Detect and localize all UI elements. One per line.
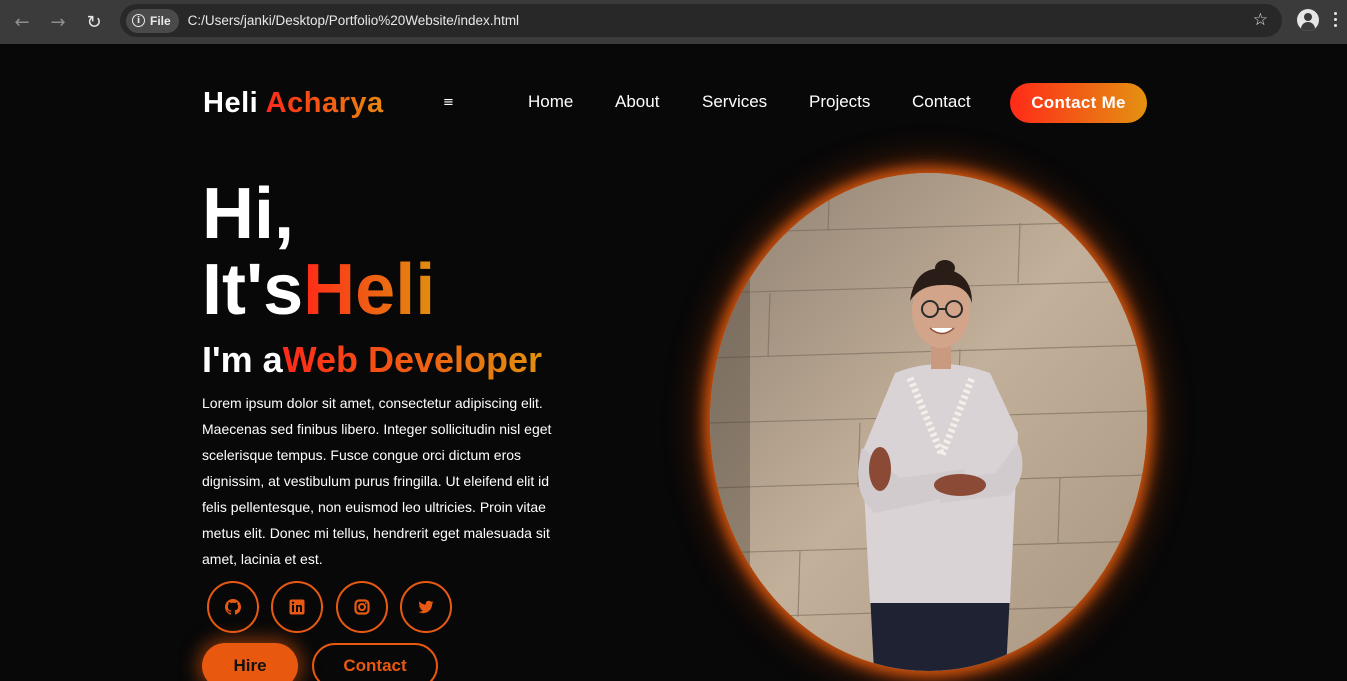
back-arrow-icon[interactable]: ← bbox=[4, 4, 40, 40]
url-text[interactable]: C:/Users/janki/Desktop/Portfolio%20Websi… bbox=[188, 13, 519, 28]
hero-role-line: I'm aWeb Developer bbox=[202, 339, 542, 381]
scheme-label: File bbox=[150, 13, 171, 28]
nav-link-about[interactable]: About bbox=[615, 92, 659, 112]
hire-button[interactable]: Hire bbox=[202, 643, 298, 681]
contact-button[interactable]: Contact bbox=[312, 643, 438, 681]
profile-photo-illustration bbox=[710, 173, 1147, 671]
nav-link-contact[interactable]: Contact bbox=[912, 92, 971, 112]
hero-name-line: It'sHeli bbox=[202, 252, 435, 328]
address-bar[interactable]: i File C:/Users/janki/Desktop/Portfolio%… bbox=[120, 4, 1282, 37]
hero-description: Lorem ipsum dolor sit amet, consectetur … bbox=[202, 395, 552, 567]
contact-me-button[interactable]: Contact Me bbox=[1010, 83, 1147, 123]
browser-toolbar: ← → ↻ i File C:/Users/janki/Desktop/Port… bbox=[0, 0, 1347, 44]
profile-photo bbox=[710, 173, 1147, 671]
hero-name: Heli bbox=[303, 250, 436, 330]
info-icon: i bbox=[132, 14, 145, 27]
bookmark-star-icon[interactable]: ☆ bbox=[1253, 10, 1268, 30]
menu-toggle-icon[interactable]: ≡ bbox=[443, 95, 454, 110]
nav-link-home[interactable]: Home bbox=[528, 92, 573, 112]
linkedin-icon[interactable] bbox=[271, 581, 323, 633]
forward-arrow-icon[interactable]: → bbox=[40, 4, 76, 40]
nav-link-projects[interactable]: Projects bbox=[809, 92, 870, 112]
hero-greeting: Hi, bbox=[202, 174, 295, 254]
reload-icon[interactable]: ↻ bbox=[76, 4, 112, 40]
portfolio-page: Heli Acharya ≡ Home About Services Proje… bbox=[0, 44, 1347, 681]
site-info-chip[interactable]: i File bbox=[126, 8, 179, 33]
hero-role: Web Developer bbox=[282, 339, 543, 380]
hero-role-prefix: I'm a bbox=[202, 339, 283, 380]
browser-menu-icon[interactable] bbox=[1334, 12, 1338, 27]
logo-first-name: Heli bbox=[203, 87, 259, 119]
profile-avatar-icon[interactable] bbox=[1297, 9, 1319, 31]
hero-name-prefix: It's bbox=[202, 250, 304, 330]
github-icon[interactable] bbox=[207, 581, 259, 633]
site-logo[interactable]: Heli Acharya bbox=[203, 87, 384, 120]
logo-last-name: Acharya bbox=[265, 87, 384, 119]
twitter-icon[interactable] bbox=[400, 581, 452, 633]
nav-link-services[interactable]: Services bbox=[702, 92, 767, 112]
instagram-icon[interactable] bbox=[336, 581, 388, 633]
